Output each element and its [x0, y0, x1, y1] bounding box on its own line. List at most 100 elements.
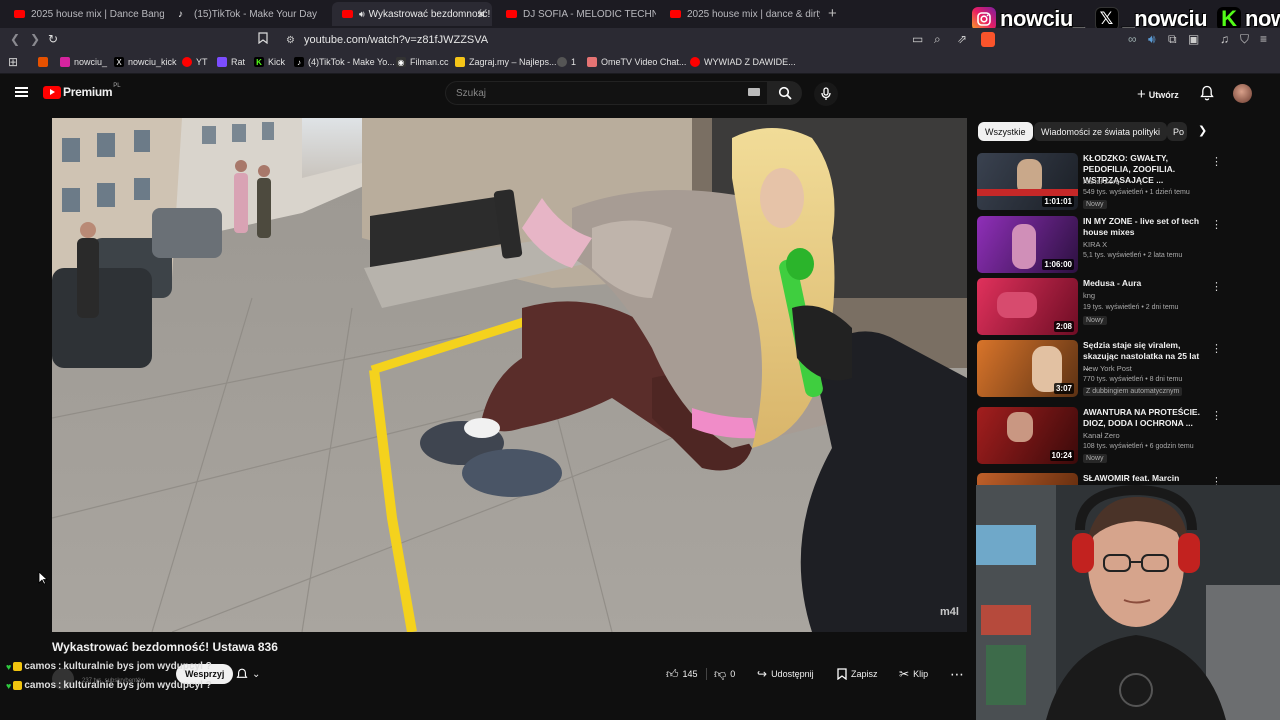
more-options-icon[interactable]: ⋮	[1211, 218, 1222, 231]
keyboard-icon[interactable]	[748, 88, 760, 96]
tab-2[interactable]: ♪ (15)TikTok - Make Your Day	[168, 4, 328, 24]
channel-name[interactable]: Kanał Zero	[1083, 177, 1120, 186]
chat-message: ♥ camos : kulturalnie bys jom wydupcyl ?	[6, 661, 212, 672]
region-label: PL	[113, 83, 121, 89]
avatar[interactable]	[1233, 84, 1252, 103]
youtube-header: Premium PL Szukaj + Utwórz	[0, 74, 1280, 114]
brave-shield-icon[interactable]	[981, 32, 995, 47]
video-player[interactable]: m4l	[52, 118, 967, 632]
recommendation-item[interactable]: 1:06:00 IN MY ZONE - live set of tech ho…	[977, 216, 1222, 276]
youtube-premium-logo[interactable]: Premium PL	[43, 83, 121, 99]
bookmark-ometv[interactable]: OmeTV Video Chat...	[587, 57, 686, 67]
url-text: youtube.com/watch?v=z81fJWZZSVA	[304, 34, 489, 46]
recommendation-item[interactable]: 1:01:01 KŁODZKO: GWAŁTY, PEDOFILIA, ZOOF…	[977, 153, 1222, 213]
x-icon: X	[114, 57, 124, 67]
dislike-button[interactable]: 👎︎ 0	[714, 664, 735, 684]
create-button[interactable]: + Utwórz	[1137, 86, 1179, 103]
ometv-icon	[587, 57, 597, 67]
tab-5[interactable]: 2025 house mix | dance & dirty groo	[660, 4, 820, 24]
music-icon[interactable]: ♫	[1220, 32, 1229, 46]
search-button[interactable]	[768, 81, 802, 105]
close-tab-icon[interactable]: ✕	[477, 8, 486, 21]
share-icon[interactable]: ⇗	[957, 32, 967, 46]
video-title[interactable]: AWANTURA NA PROTEŚCIE. DIOZ, DODA I OCHR…	[1083, 407, 1207, 429]
forward-icon[interactable]: ❯	[30, 32, 40, 46]
chip-politics[interactable]: Wiadomości ze świata polityki	[1034, 122, 1168, 141]
youtube-icon	[690, 57, 700, 67]
menu-icon[interactable]: ≡	[1260, 32, 1267, 46]
video-thumbnail[interactable]: 1:06:00	[977, 216, 1078, 273]
voice-search-button[interactable]	[814, 82, 838, 106]
video-duration: 3:07	[1053, 383, 1074, 394]
chevron-right-icon[interactable]: ❯	[1198, 124, 1207, 137]
recommendation-item[interactable]: 2:08 Medusa - Aura kng 19 tys. wyświetle…	[977, 278, 1222, 338]
bookmark-icon[interactable]	[258, 32, 268, 47]
video-thumbnail[interactable]: 1:01:01	[977, 153, 1078, 210]
notification-dropdown[interactable]: ⌄	[236, 664, 260, 684]
tab-3-active[interactable]: 🔊︎ Wykastrować bezdomność! U ✕	[332, 2, 492, 26]
extension-icon[interactable]: ∞	[1128, 32, 1137, 46]
bookmark-kick[interactable]: K Kick	[254, 57, 285, 67]
site-settings-icon[interactable]: ⚙︎	[286, 35, 295, 46]
video-title[interactable]: Medusa - Aura	[1083, 278, 1207, 289]
channel-name[interactable]: New York Post	[1083, 364, 1132, 373]
video-title[interactable]: IN MY ZONE - live set of tech house mixe…	[1083, 216, 1207, 238]
notifications-bell-icon[interactable]	[1200, 85, 1214, 106]
hamburger-menu-icon[interactable]	[15, 87, 28, 97]
like-button[interactable]: 👍︎ 145	[666, 664, 698, 684]
video-thumbnail[interactable]: 2:08	[977, 278, 1078, 335]
video-thumbnail[interactable]: 10:24	[977, 407, 1078, 464]
youtube-icon	[14, 10, 25, 18]
bookmark-item[interactable]	[38, 57, 52, 67]
apps-grid-icon[interactable]: ⊞	[8, 55, 18, 69]
shield-icon[interactable]: ⛉	[1240, 32, 1249, 47]
bookmark-filman[interactable]: ◉ Filman.cc	[396, 57, 449, 67]
clip-button[interactable]: ✂ Klip	[899, 664, 928, 684]
recommendation-item[interactable]: 10:24 AWANTURA NA PROTEŚCIE. DIOZ, DODA …	[977, 407, 1222, 467]
more-options-icon[interactable]: ⋮	[1211, 155, 1222, 168]
recommendation-item[interactable]: SŁAWOMIR feat. Marcin ⋮	[977, 473, 1217, 485]
more-options-icon[interactable]: ⋮	[1211, 342, 1222, 355]
recommendation-item[interactable]: 3:07 Sędzia staje się viralem, skazując …	[977, 340, 1222, 400]
tab-4[interactable]: DJ SOFIA - MELODIC TECHNO & FUT	[496, 4, 656, 24]
bookmark-label: (4)TikTok - Make Yo...	[308, 57, 395, 67]
reload-icon[interactable]: ↻	[48, 32, 58, 46]
search-input[interactable]: Szukaj	[445, 81, 768, 105]
bookmark-rat[interactable]: Rat	[217, 57, 245, 67]
channel-name[interactable]: Kanał Zero	[1083, 431, 1120, 440]
bookmark-1[interactable]: 1	[557, 57, 576, 67]
more-actions-button[interactable]: ⋯	[950, 664, 964, 684]
tab-1[interactable]: 2025 house mix | Dance Bangers - Yo	[4, 4, 164, 24]
channel-name[interactable]: KIRA X	[1083, 240, 1107, 249]
more-options-icon[interactable]: ⋮	[1211, 280, 1222, 293]
new-badge: Nowy	[1083, 316, 1107, 325]
save-button[interactable]: Zapisz	[837, 664, 878, 684]
puzzle-icon[interactable]: ⧉	[1168, 32, 1177, 47]
video-thumbnail[interactable]: 3:07	[977, 340, 1078, 397]
bookmark-tiktok[interactable]: ♪ (4)TikTok - Make Yo...	[294, 57, 395, 67]
audio-icon[interactable]: 🔊︎	[1148, 32, 1156, 47]
bookmark-yt[interactable]: YT	[182, 57, 208, 67]
bell-icon	[236, 668, 248, 678]
channel-name[interactable]: kng	[1083, 291, 1095, 300]
cast-icon[interactable]: ▭	[912, 32, 923, 46]
more-options-icon[interactable]: ⋮	[1211, 475, 1217, 485]
address-bar[interactable]: ⚙︎ youtube.com/watch?v=z81fJWZZSVA	[278, 31, 998, 49]
video-title-main: Wykastrować bezdomność! Ustawa 836	[52, 640, 278, 654]
bookmark-nowciu-kick[interactable]: Xnowciu_kick	[114, 57, 177, 67]
share-label: Udostępnij	[771, 669, 814, 679]
video-title[interactable]: SŁAWOMIR feat. Marcin	[1083, 473, 1207, 484]
youtube-icon	[506, 10, 517, 18]
sidebar-icon[interactable]: ▣	[1188, 32, 1199, 46]
chip-all[interactable]: Wszystkie	[978, 122, 1033, 141]
new-tab-button[interactable]: +	[828, 5, 837, 22]
more-options-icon[interactable]: ⋮	[1211, 409, 1222, 422]
video-thumbnail[interactable]	[977, 473, 1078, 485]
chip-more[interactable]: Po	[1167, 122, 1187, 141]
back-icon[interactable]: ❮	[10, 32, 20, 46]
bookmark-nowciu[interactable]: nowciu_	[60, 57, 107, 67]
share-button[interactable]: ↪ Udostępnij	[757, 664, 814, 684]
bookmark-wywiad[interactable]: WYWIAD Z DAWIDE...	[690, 57, 796, 67]
bookmark-zagraj[interactable]: Zagraj.my – Najleps...	[455, 57, 557, 67]
zoom-icon[interactable]: ⌕	[934, 32, 941, 47]
